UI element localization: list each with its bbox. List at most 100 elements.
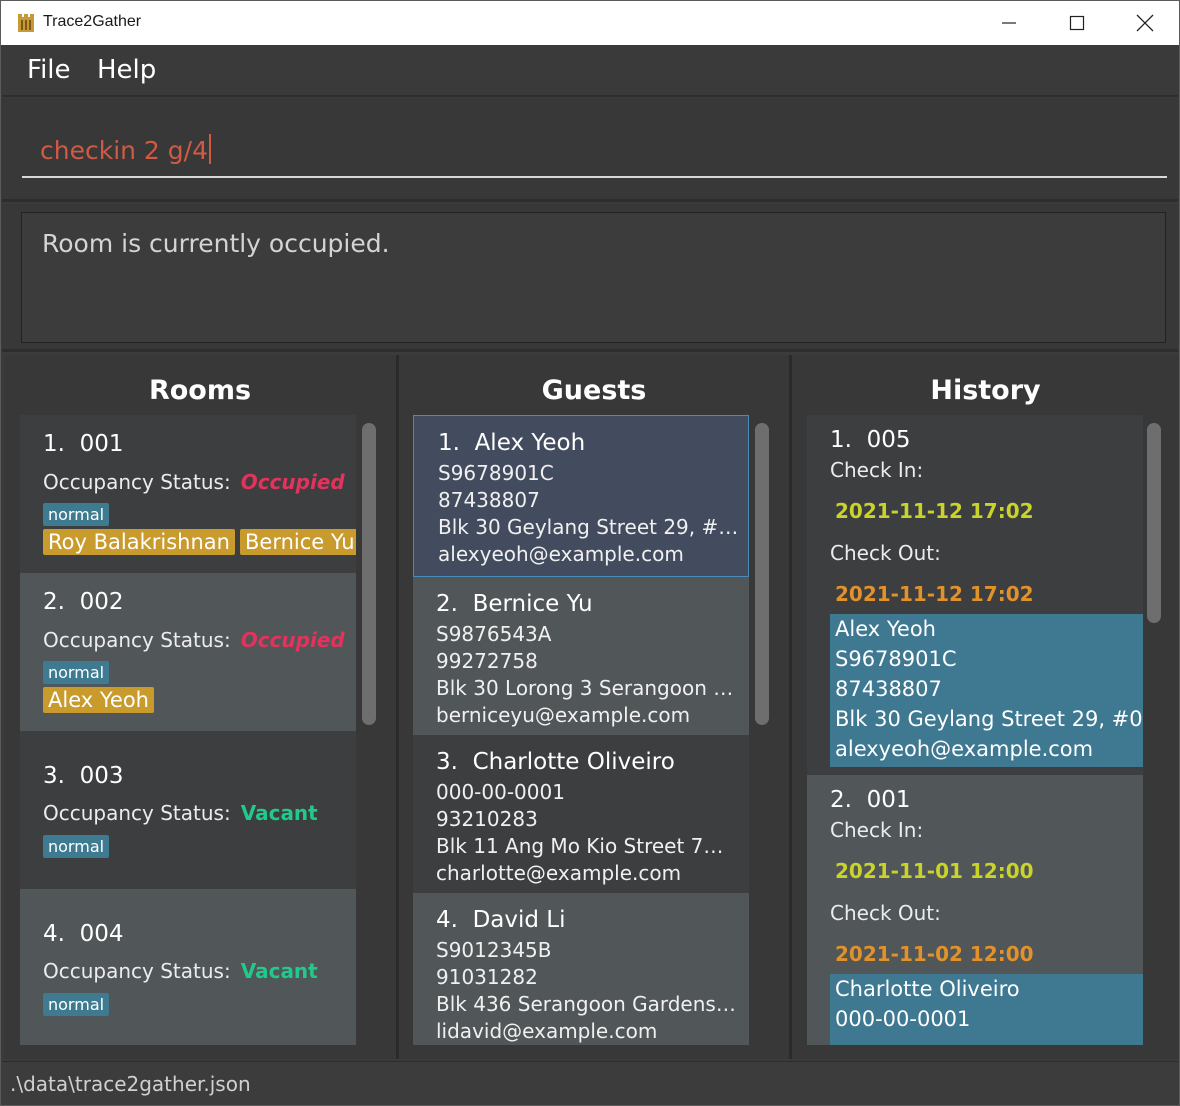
occupancy-status: Vacant	[240, 801, 318, 825]
guest-index: 4.	[436, 907, 458, 933]
rooms-scrollbar[interactable]	[362, 423, 376, 725]
check-out-label: Check Out:	[830, 541, 941, 565]
history-title: History	[930, 375, 1041, 406]
app-window: Trace2Gather File Help checkin 2 g/4 Roo…	[0, 0, 1180, 1106]
room-index: 1.	[43, 431, 65, 457]
close-icon	[1136, 14, 1154, 32]
guest-email: charlotte@example.com	[436, 861, 682, 885]
check-out-label: Check Out:	[830, 901, 941, 925]
guests-scrollbar[interactable]	[755, 423, 769, 725]
occupancy-label: Occupancy Status:	[43, 628, 231, 652]
text-caret	[208, 134, 211, 164]
guest-card[interactable]: 3. Charlotte Oliveiro 000-00-0001 932102…	[413, 735, 749, 893]
guests-title: Guests	[541, 375, 647, 406]
guest-header: 3. Charlotte Oliveiro	[436, 749, 675, 775]
result-message: Room is currently occupied.	[42, 229, 390, 258]
occupancy-line: Occupancy Status: Occupied	[43, 470, 345, 494]
minimize-button[interactable]	[975, 1, 1043, 45]
guest-index: 1.	[438, 430, 460, 456]
room-number: 004	[79, 921, 124, 947]
history-room: 001	[866, 787, 911, 813]
history-guest-name: Alex Yeoh	[835, 617, 936, 641]
guest-name: Alex Yeoh	[474, 430, 586, 456]
minimize-icon	[1002, 22, 1016, 24]
guest-tag: Bernice Yu	[240, 529, 356, 555]
guest-phone: 91031282	[436, 965, 538, 989]
history-scrollbar[interactable]	[1147, 423, 1161, 623]
occupancy-status: Occupied	[240, 470, 345, 494]
guest-card[interactable]: 4. David Li S9012345B 91031282 Blk 436 S…	[413, 893, 749, 1045]
guest-tag: Roy Balakrishnan	[43, 529, 235, 555]
guest-email: alexyeoh@example.com	[438, 542, 684, 566]
guest-name: Bernice Yu	[472, 591, 593, 617]
guest-phone: 99272758	[436, 649, 538, 673]
guest-id: S9012345B	[436, 938, 552, 962]
history-guest-name: Charlotte Oliveiro	[835, 977, 1020, 1001]
room-number: 002	[79, 589, 124, 615]
result-box[interactable]: Room is currently occupied.	[21, 212, 1166, 343]
occupancy-line: Occupancy Status: Vacant	[43, 959, 318, 983]
history-header: 2. 001	[830, 787, 910, 813]
guest-card[interactable]: 2. Bernice Yu S9876543A 99272758 Blk 30 …	[413, 577, 749, 735]
rooms-panel: Rooms 1. 001 Occupancy Status: Occupied n…	[4, 355, 396, 1059]
room-index: 4.	[43, 921, 65, 947]
guest-email: lidavid@example.com	[436, 1019, 658, 1043]
guest-phone: 87438807	[438, 488, 540, 512]
guest-email: berniceyu@example.com	[436, 703, 691, 727]
history-list[interactable]: 1. 005 Check In: 2021-11-12 17:02 Check …	[807, 415, 1143, 1045]
guest-id: 000-00-0001	[436, 780, 565, 804]
guest-id: S9678901C	[438, 461, 554, 485]
history-header: 1. 005	[830, 427, 910, 453]
close-button[interactable]	[1111, 1, 1179, 45]
history-guest-id: S9678901C	[835, 647, 957, 671]
command-value: checkin 2 g/4	[40, 136, 208, 165]
history-index: 1.	[830, 427, 852, 453]
command-box: checkin 2 g/4	[2, 98, 1178, 202]
occupancy-label: Occupancy Status:	[43, 801, 231, 825]
guest-card[interactable]: 1. Alex Yeoh S9678901C 87438807 Blk 30 G…	[413, 415, 749, 577]
title-bar: Trace2Gather	[1, 1, 1179, 45]
history-guest-email: alexyeoh@example.com	[835, 737, 1094, 761]
guest-address: Blk 11 Ang Mo Kio Street 74, #1...	[436, 834, 736, 858]
room-tag: normal	[43, 503, 110, 526]
history-index: 2.	[830, 787, 852, 813]
command-underline	[22, 176, 1167, 178]
room-header: 4. 004	[43, 921, 123, 947]
menu-help[interactable]: Help	[97, 55, 156, 85]
castle-icon	[18, 14, 34, 32]
rooms-title: Rooms	[148, 375, 252, 406]
room-card[interactable]: 2. 002 Occupancy Status: Occupied normal …	[20, 573, 356, 731]
result-display: Room is currently occupied.	[2, 204, 1178, 352]
guest-tag: Alex Yeoh	[43, 687, 154, 713]
guest-name: David Li	[472, 907, 566, 933]
room-tag: normal	[43, 993, 110, 1016]
room-card[interactable]: 1. 001 Occupancy Status: Occupied normal …	[20, 415, 356, 573]
occupancy-line: Occupancy Status: Occupied	[43, 628, 345, 652]
room-card[interactable]: 4. 004 Occupancy Status: Vacant normal	[20, 889, 356, 1045]
history-card[interactable]: 1. 005 Check In: 2021-11-12 17:02 Check …	[807, 415, 1143, 775]
guests-list[interactable]: 1. Alex Yeoh S9678901C 87438807 Blk 30 G…	[413, 415, 749, 1045]
check-in-label: Check In:	[830, 458, 924, 482]
room-number: 001	[79, 431, 124, 457]
occupancy-status: Vacant	[240, 959, 318, 983]
maximize-button[interactable]	[1043, 1, 1111, 45]
occupancy-line: Occupancy Status: Vacant	[43, 801, 318, 825]
room-header: 3. 003	[43, 763, 123, 789]
occupancy-label: Occupancy Status:	[43, 959, 231, 983]
guest-header: 1. Alex Yeoh	[438, 430, 585, 456]
room-index: 3.	[43, 763, 65, 789]
occupancy-status: Occupied	[240, 628, 345, 652]
history-panel: History 1. 005 Check In: 2021-11-12 17:0…	[792, 355, 1179, 1059]
guests-panel: Guests 1. Alex Yeoh S9678901C 87438807 B…	[399, 355, 789, 1059]
status-bar: .\data\trace2gather.json	[2, 1061, 1178, 1105]
data-file-path: .\data\trace2gather.json	[10, 1072, 251, 1096]
check-out-time: 2021-11-12 17:02	[835, 582, 1034, 606]
menu-file[interactable]: File	[27, 55, 71, 85]
maximize-icon	[1069, 15, 1085, 31]
history-card[interactable]: 2. 001 Check In: 2021-11-01 12:00 Check …	[807, 775, 1143, 1045]
room-header: 2. 002	[43, 589, 123, 615]
rooms-list[interactable]: 1. 001 Occupancy Status: Occupied normal …	[20, 415, 356, 1045]
history-guest: Charlotte Oliveiro 000-00-0001	[830, 974, 1143, 1045]
command-input[interactable]: checkin 2 g/4	[40, 134, 211, 165]
room-card[interactable]: 3. 003 Occupancy Status: Vacant normal	[20, 731, 356, 889]
